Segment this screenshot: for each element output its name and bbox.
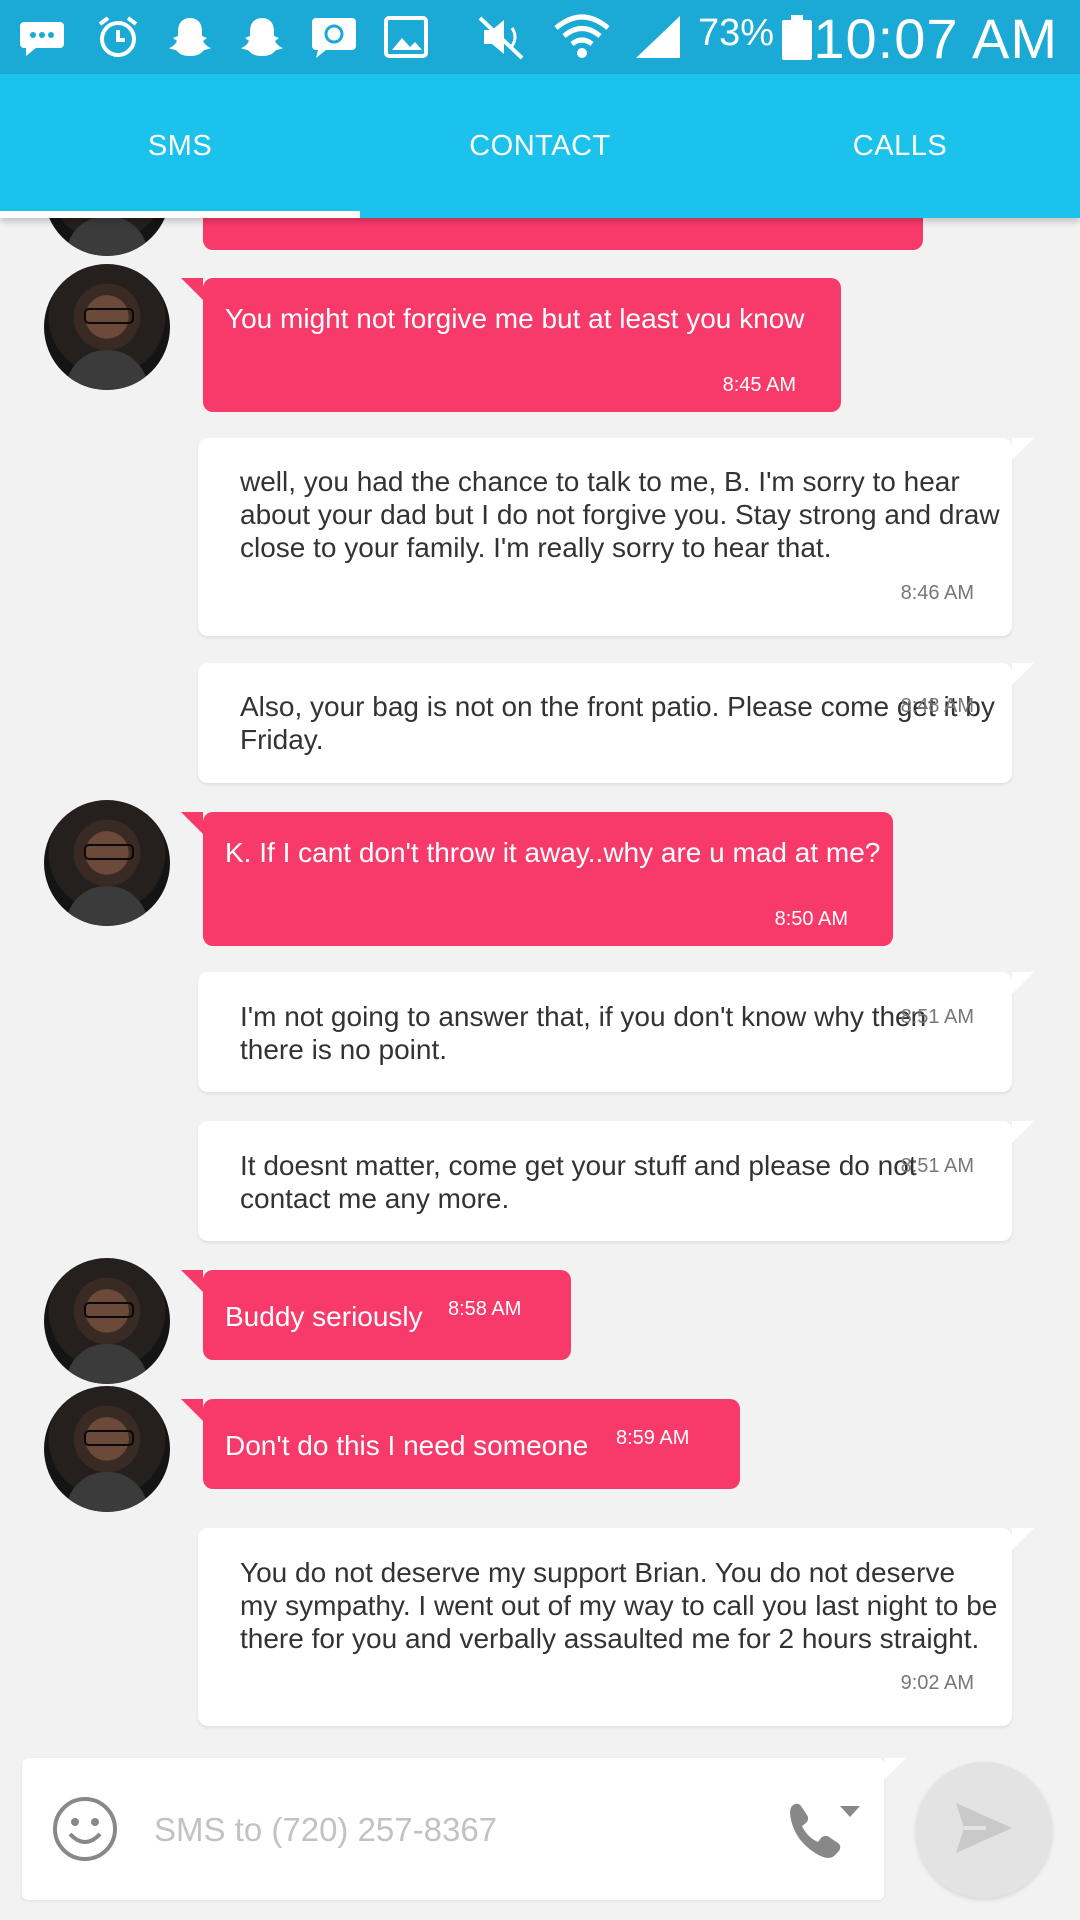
message-time: 8:48 AM	[900, 695, 974, 717]
message-composer	[22, 1758, 906, 1900]
message-text: Also, your bag is not on the front patio…	[240, 691, 995, 755]
contact-avatar[interactable]	[44, 264, 170, 390]
more-messages-icon	[18, 14, 66, 60]
message-text: Buddy seriously	[225, 1301, 423, 1332]
send-icon	[954, 1801, 1014, 1860]
mute-icon	[478, 14, 526, 60]
emoji-icon[interactable]	[52, 1796, 118, 1862]
message-text: You do not deserve my support Brian. You…	[240, 1557, 998, 1654]
message-time: 9:02 AM	[900, 1672, 974, 1694]
message-bubble-incoming[interactable]: Buddy seriously 8:58 AM	[181, 1270, 571, 1360]
message-text: K. If I cant don't throw it away..why ar…	[225, 837, 881, 868]
tab-calls[interactable]: CALLS	[720, 74, 1080, 218]
contact-avatar[interactable]	[44, 800, 170, 926]
message-time: 8:58 AM	[448, 1298, 522, 1320]
message-bubble-outgoing[interactable]: I'm not going to answer that, if you don…	[198, 972, 1034, 1092]
tab-contact[interactable]: CONTACT	[360, 74, 720, 218]
wifi-icon	[554, 14, 610, 60]
tab-bar: SMS CONTACT CALLS	[0, 74, 1080, 218]
signal-icon	[632, 14, 684, 60]
message-time: 8:50 AM	[774, 908, 848, 930]
message-list[interactable]: You might not forgive me but at least yo…	[0, 218, 1080, 1750]
message-time: 8:51 AM	[900, 1006, 974, 1028]
message-time: 8:51 AM	[900, 1155, 974, 1177]
message-time: 8:46 AM	[900, 582, 974, 604]
message-bubble-outgoing[interactable]: It doesnt matter, come get your stuff an…	[198, 1121, 1034, 1241]
message-time: 8:45 AM	[722, 374, 796, 396]
message-bubble-incoming[interactable]: You might not forgive me but at least yo…	[181, 278, 841, 412]
phone-dropdown-icon[interactable]	[782, 1796, 862, 1862]
snapchat-icon	[166, 14, 214, 60]
active-tab-indicator	[0, 211, 360, 218]
status-bar: 73% 10:07 AM	[0, 0, 1080, 74]
contact-avatar[interactable]	[44, 1386, 170, 1512]
message-bubble-outgoing[interactable]: Also, your bag is not on the front patio…	[198, 663, 1034, 783]
message-bubble-incoming[interactable]: K. If I cant don't throw it away..why ar…	[181, 812, 893, 946]
message-text: I'm not going to answer that, if you don…	[240, 1001, 927, 1065]
snapchat-icon	[238, 14, 286, 60]
send-button[interactable]	[916, 1762, 1052, 1898]
alarm-icon	[94, 14, 142, 60]
status-time: 10:07 AM	[813, 7, 1058, 70]
contact-avatar[interactable]	[44, 218, 170, 256]
message-bubble-outgoing[interactable]: You do not deserve my support Brian. You…	[198, 1528, 1034, 1726]
tab-sms[interactable]: SMS	[0, 74, 360, 218]
message-text: It doesnt matter, come get your stuff an…	[240, 1150, 917, 1214]
message-bubble-outgoing[interactable]: well, you had the chance to talk to me, …	[198, 438, 1034, 636]
sms-input[interactable]	[152, 1798, 776, 1862]
message-text: Don't do this I need someone	[225, 1430, 589, 1461]
message-text: You might not forgive me but at least yo…	[225, 303, 805, 334]
message-bubble-incoming[interactable]: Don't do this I need someone 8:59 AM	[181, 1399, 740, 1489]
message-bubble-incoming-partial[interactable]	[203, 218, 923, 250]
battery-percent: 73%	[698, 12, 775, 54]
message-time: 8:59 AM	[616, 1427, 690, 1449]
contact-avatar[interactable]	[44, 1258, 170, 1384]
chat-app-icon	[310, 14, 358, 60]
message-text: well, you had the chance to talk to me, …	[240, 466, 1000, 563]
gallery-icon	[382, 14, 430, 60]
battery-icon	[780, 14, 814, 60]
